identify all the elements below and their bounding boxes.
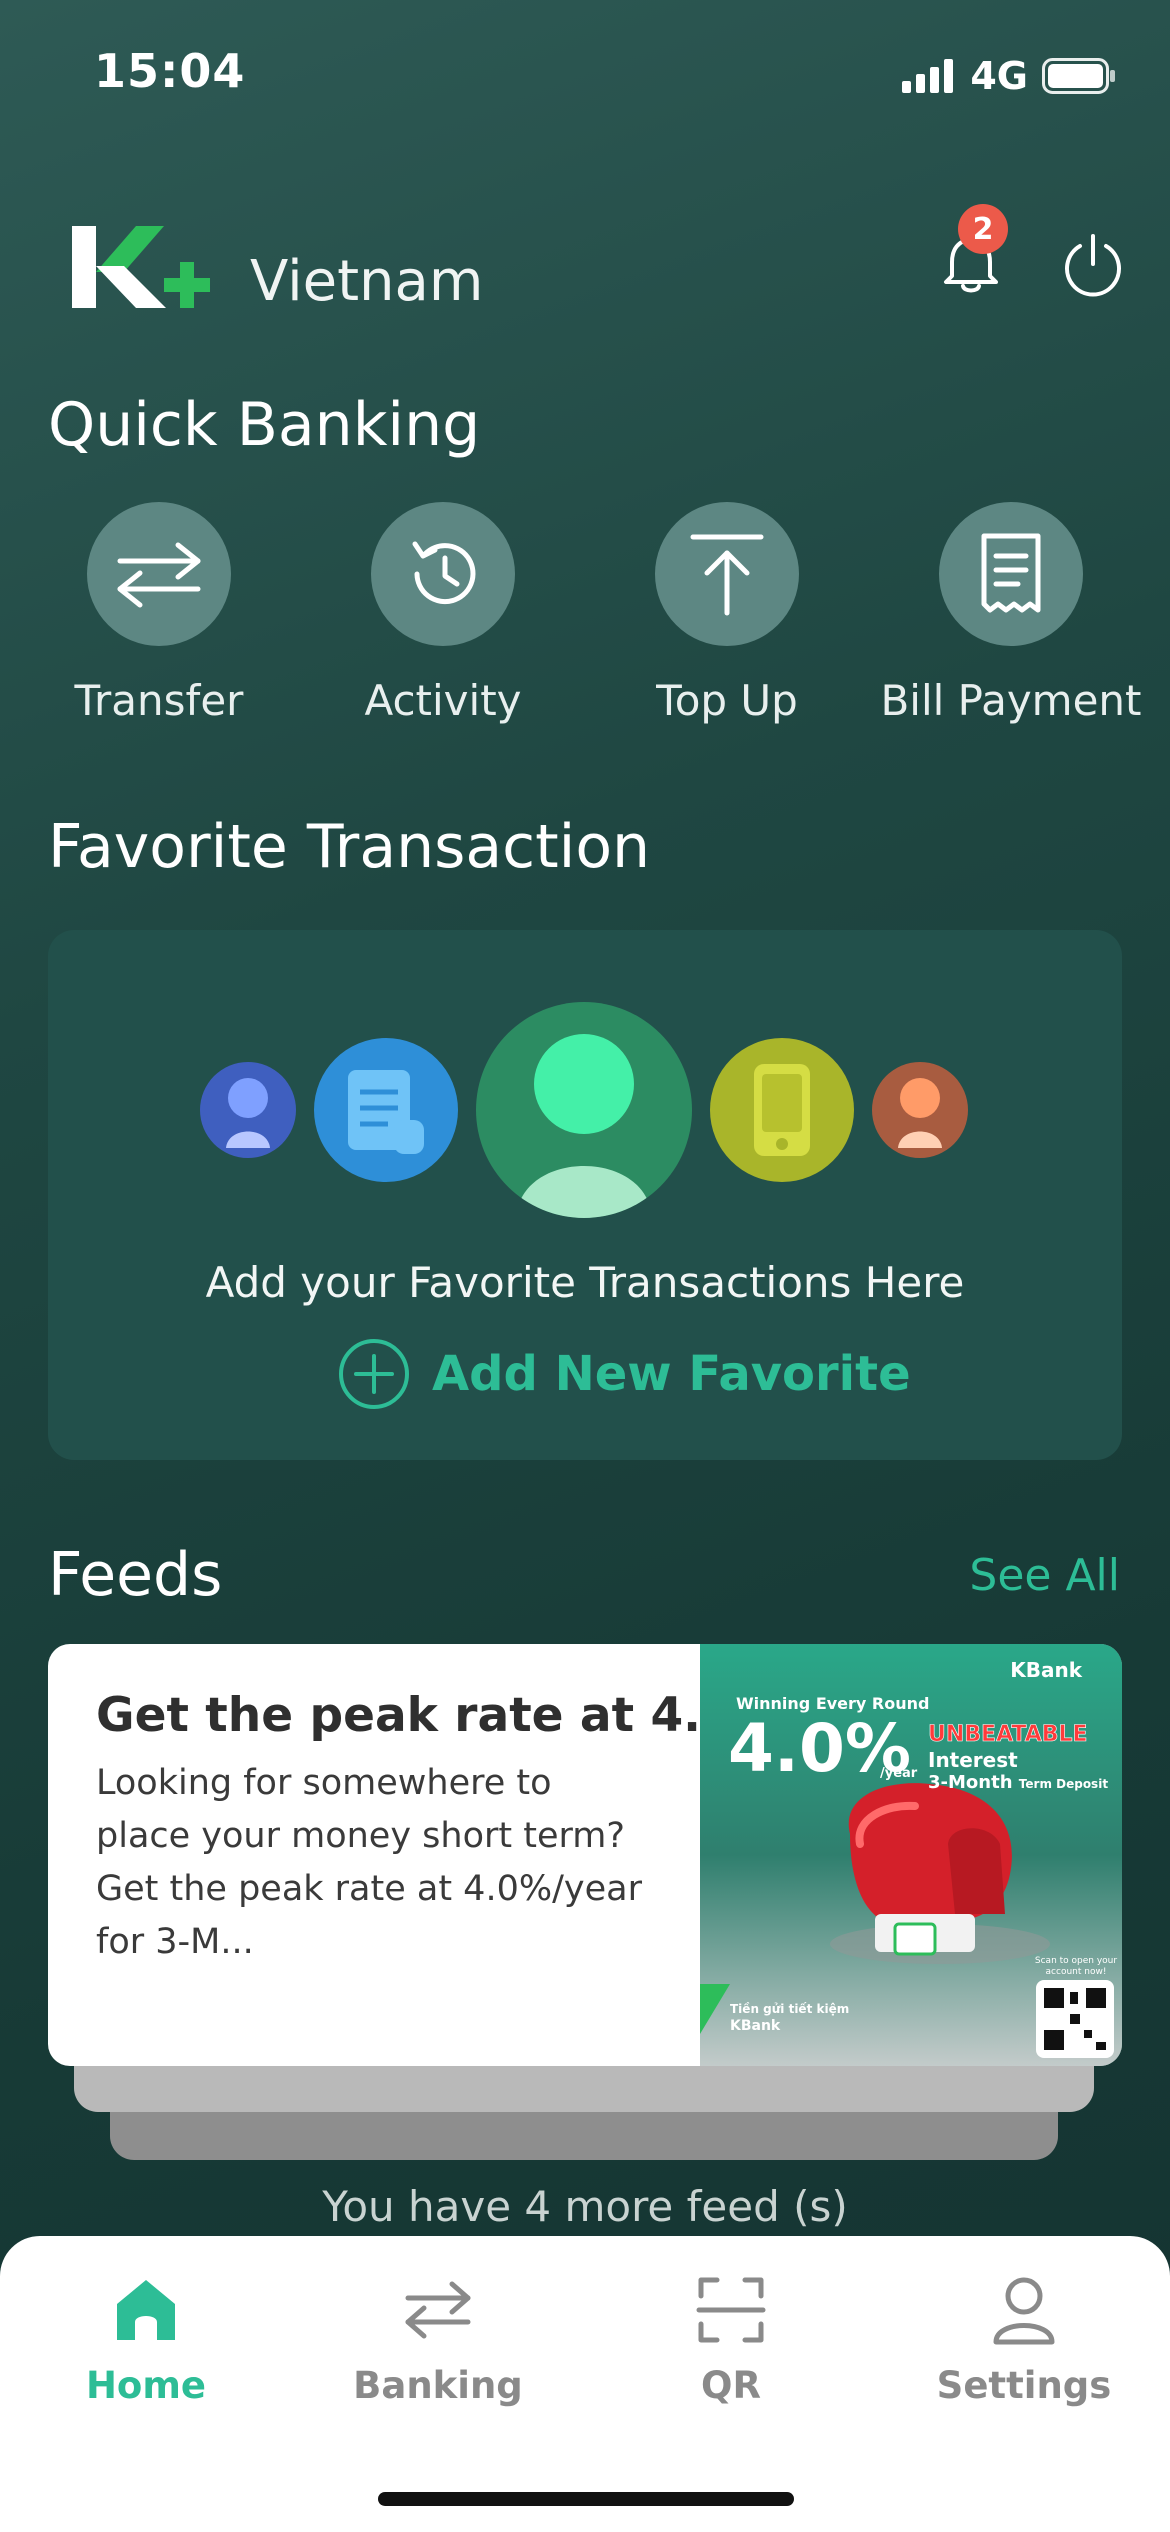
transfer-arrows-icon [117, 542, 201, 608]
receipt-icon [981, 533, 1041, 613]
promo-qr-code-icon [1036, 1980, 1114, 2058]
quick-activity-label: Activity [364, 676, 522, 725]
brand-logo: Vietnam [70, 222, 484, 314]
promo-headline: UNBEATABLE [928, 1722, 1088, 1748]
quick-bill-payment-label: Bill Payment [880, 676, 1142, 725]
feed-card[interactable]: Get the peak rate at 4.... Looking for s… [48, 1644, 1122, 2066]
favorite-illustration [200, 1002, 968, 1218]
tab-settings[interactable]: Settings [904, 2274, 1144, 2407]
add-circle-icon [339, 1339, 409, 1409]
favorite-hint-text: Add your Favorite Transactions Here [205, 1258, 965, 1307]
feed-card-image: KBank Winning Every Round 4.0% /year UNB… [700, 1644, 1122, 2066]
arrow-up-icon [690, 534, 764, 616]
promo-line2: Interest [928, 1748, 1018, 1772]
tab-banking[interactable]: Banking [318, 2274, 558, 2407]
quick-banking-title: Quick Banking [48, 390, 481, 460]
tab-banking-label: Banking [353, 2364, 523, 2407]
promo-brand: KBank [1010, 1658, 1082, 1682]
quick-transfer-button[interactable]: Transfer [19, 502, 299, 725]
bottom-tab-bar: Home Banking QR Settings [0, 2236, 1170, 2532]
promo-bottom-text-1: Tiền gửi tiết kiệm [730, 2002, 850, 2016]
person-icon [993, 2277, 1055, 2345]
tab-qr-label: QR [701, 2364, 761, 2407]
promo-line3: 3-Month [928, 1772, 1013, 1793]
quick-bill-circle [939, 502, 1083, 646]
add-new-favorite-button[interactable]: Add New Favorite [338, 1338, 911, 1410]
see-all-link[interactable]: See All [969, 1550, 1120, 1601]
quick-topup-label: Top Up [656, 676, 798, 725]
network-type: 4G [970, 54, 1028, 98]
promo-scan-text: Scan to open your account now! [1034, 1956, 1118, 1977]
person-avatar-orange-icon [872, 1062, 968, 1158]
feed-card-title: Get the peak rate at 4.... [96, 1688, 755, 1743]
feed-card-text: Get the peak rate at 4.... Looking for s… [96, 1688, 755, 1969]
quick-topup-button[interactable]: Top Up [587, 502, 867, 725]
feeds-title: Feeds [48, 1540, 223, 1610]
quick-transfer-circle [87, 502, 231, 646]
home-indicator [378, 2492, 794, 2506]
quick-bill-payment-button[interactable]: Bill Payment [871, 502, 1151, 725]
quick-activity-button[interactable]: Activity [303, 502, 583, 725]
home-icon [117, 2280, 175, 2340]
kplus-logo-mark [72, 226, 210, 308]
power-logout-icon[interactable] [1060, 232, 1126, 298]
history-clock-icon [412, 541, 476, 605]
transfer-arrows-icon [405, 2281, 471, 2339]
more-feeds-text[interactable]: You have 4 more feed (s) [0, 2182, 1170, 2231]
favorite-transaction-title: Favorite Transaction [48, 812, 651, 882]
promo-bottom-text-2: KBank [730, 2018, 781, 2034]
person-avatar-icon [200, 1062, 296, 1158]
qr-scan-icon [696, 2277, 766, 2343]
tab-home-label: Home [85, 2364, 207, 2407]
quick-topup-circle [655, 502, 799, 646]
signal-icon [902, 59, 954, 93]
promo-line3-suffix: Term Deposit [1018, 1777, 1109, 1791]
status-time: 15:04 [94, 44, 246, 98]
quick-transfer-label: Transfer [74, 676, 244, 725]
battery-icon [1042, 58, 1115, 94]
document-avatar-icon [314, 1038, 458, 1182]
quick-activity-circle [371, 502, 515, 646]
tab-qr[interactable]: QR [611, 2274, 851, 2407]
promo-rate-unit: /year [880, 1766, 918, 1781]
notification-badge: 2 [958, 204, 1008, 254]
add-new-favorite-label: Add New Favorite [432, 1346, 911, 1402]
feed-card-body: Looking for somewhere to place your mone… [96, 1763, 642, 1962]
tab-settings-label: Settings [936, 2364, 1112, 2407]
logo-country: Vietnam [250, 249, 484, 314]
main-person-avatar-icon [476, 1002, 692, 1218]
mobile-phone-avatar-icon [710, 1038, 854, 1182]
tab-home[interactable]: Home [26, 2274, 266, 2407]
status-indicators: 4G [902, 54, 1116, 98]
